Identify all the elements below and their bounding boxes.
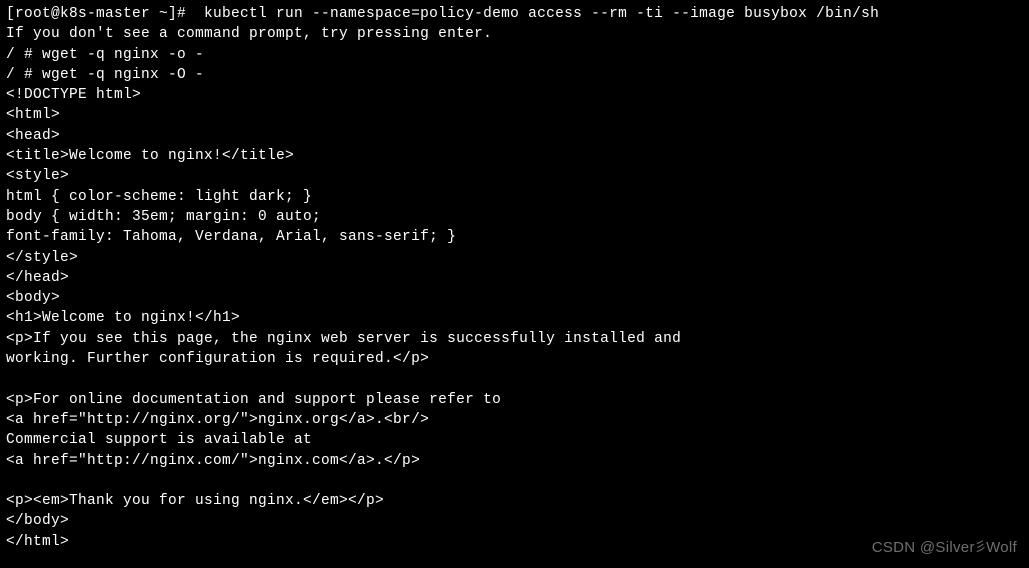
terminal-line: <h1>Welcome to nginx!</h1> <box>6 308 1023 328</box>
terminal-line: If you don't see a command prompt, try p… <box>6 24 1023 44</box>
terminal-line: working. Further configuration is requir… <box>6 349 1023 369</box>
terminal-line: / # wget -q nginx -O - <box>6 65 1023 85</box>
terminal-line: / # wget -q nginx -o - <box>6 45 1023 65</box>
terminal-line <box>6 369 1023 389</box>
terminal-line: </body> <box>6 511 1023 531</box>
terminal-line: <p><em>Thank you for using nginx.</em></… <box>6 491 1023 511</box>
terminal-line: body { width: 35em; margin: 0 auto; <box>6 207 1023 227</box>
terminal-line: html { color-scheme: light dark; } <box>6 187 1023 207</box>
terminal-line: </html> <box>6 532 1023 552</box>
terminal-line: font-family: Tahoma, Verdana, Arial, san… <box>6 227 1023 247</box>
terminal-line: <html> <box>6 105 1023 125</box>
terminal-line: </style> <box>6 248 1023 268</box>
terminal-line: <p>For online documentation and support … <box>6 390 1023 410</box>
terminal-line: <head> <box>6 126 1023 146</box>
terminal-line <box>6 471 1023 491</box>
terminal-output[interactable]: [root@k8s-master ~]# kubectl run --names… <box>6 4 1023 552</box>
terminal-line: Commercial support is available at <box>6 430 1023 450</box>
terminal-line: <body> <box>6 288 1023 308</box>
terminal-line: [root@k8s-master ~]# kubectl run --names… <box>6 4 1023 24</box>
terminal-line: <style> <box>6 166 1023 186</box>
terminal-line: </head> <box>6 268 1023 288</box>
terminal-line: <!DOCTYPE html> <box>6 85 1023 105</box>
terminal-line: <title>Welcome to nginx!</title> <box>6 146 1023 166</box>
terminal-line: <a href="http://nginx.com/">nginx.com</a… <box>6 451 1023 471</box>
terminal-line: <p>If you see this page, the nginx web s… <box>6 329 1023 349</box>
terminal-line: <a href="http://nginx.org/">nginx.org</a… <box>6 410 1023 430</box>
